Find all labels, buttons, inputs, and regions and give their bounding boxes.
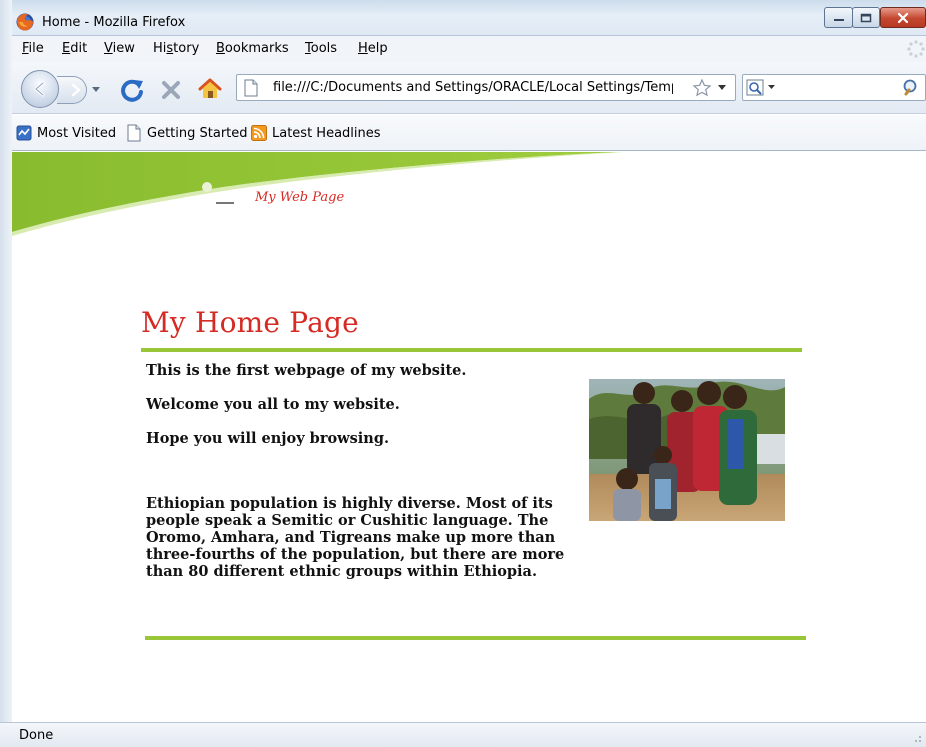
search-icon[interactable] bbox=[901, 78, 923, 98]
search-engine-button[interactable] bbox=[746, 78, 778, 98]
address-bar[interactable]: file:///C:/Documents and Settings/ORACLE… bbox=[236, 74, 736, 101]
title-bar: Home - Mozilla Firefox bbox=[0, 0, 926, 36]
menu-bar: File Edit View History Bookmarks Tools H… bbox=[0, 36, 926, 62]
back-button[interactable] bbox=[21, 70, 59, 108]
back-arrow-icon bbox=[34, 81, 45, 97]
search-engine-icon bbox=[746, 79, 764, 96]
home-icon[interactable] bbox=[196, 75, 224, 103]
chevron-down-icon bbox=[718, 85, 726, 90]
history-dropdown-button[interactable] bbox=[90, 80, 102, 100]
bookmark-getting-started[interactable]: Getting Started bbox=[126, 123, 248, 143]
address-input[interactable]: file:///C:/Documents and Settings/ORACLE… bbox=[273, 80, 673, 95]
status-text: Done bbox=[19, 728, 54, 743]
chevron-down-icon bbox=[768, 85, 775, 89]
maximize-button[interactable] bbox=[852, 7, 880, 28]
close-button[interactable] bbox=[880, 7, 926, 28]
most-visited-icon bbox=[16, 125, 32, 141]
url-history-dropdown-button[interactable] bbox=[715, 80, 729, 96]
loading-throbber-icon bbox=[907, 40, 925, 58]
stop-icon[interactable] bbox=[158, 76, 184, 104]
bookmark-most-visited[interactable]: Most Visited bbox=[16, 123, 116, 143]
menu-help[interactable]: Help bbox=[358, 41, 388, 56]
search-input[interactable] bbox=[781, 78, 901, 98]
menu-history[interactable]: History bbox=[153, 41, 199, 56]
menu-edit[interactable]: Edit bbox=[62, 41, 87, 56]
menu-file[interactable]: File bbox=[22, 41, 44, 56]
ethiopia-paragraph: Ethiopian population is highly diverse. … bbox=[146, 495, 565, 580]
bookmark-latest-headlines[interactable]: Latest Headlines bbox=[251, 123, 381, 143]
bookmark-label: Latest Headlines bbox=[272, 125, 381, 141]
page-icon bbox=[244, 79, 258, 97]
footer-divider bbox=[145, 636, 806, 640]
group-photo bbox=[589, 379, 785, 521]
close-icon bbox=[897, 12, 909, 23]
minimize-icon bbox=[833, 18, 844, 21]
window-title: Home - Mozilla Firefox bbox=[42, 15, 186, 30]
window-left-border bbox=[0, 0, 12, 747]
bookmark-label: Getting Started bbox=[147, 125, 248, 141]
page-icon bbox=[127, 124, 141, 142]
welcome-paragraph: Welcome you all to my website. bbox=[146, 396, 400, 413]
status-bar: Done bbox=[0, 722, 926, 747]
bookmark-label: Most Visited bbox=[37, 125, 117, 141]
rss-feed-icon bbox=[251, 125, 267, 141]
page-title: My Home Page bbox=[141, 306, 359, 339]
menu-bookmarks[interactable]: Bookmarks bbox=[216, 41, 289, 56]
resize-grip-icon[interactable] bbox=[910, 731, 922, 743]
browsing-paragraph: Hope you will enjoy browsing. bbox=[146, 430, 390, 447]
chevron-down-icon bbox=[92, 87, 100, 92]
firefox-logo-icon bbox=[16, 13, 34, 31]
maximize-icon bbox=[860, 13, 872, 22]
bookmark-star-icon[interactable] bbox=[692, 78, 712, 98]
site-tagline: My Web Page bbox=[255, 190, 345, 205]
page-viewport: My Web Page My Home Page This is the fir… bbox=[12, 152, 926, 722]
search-bar[interactable] bbox=[742, 74, 926, 101]
title-divider bbox=[141, 348, 802, 352]
minimize-button[interactable] bbox=[824, 7, 853, 28]
header-swoosh-graphic bbox=[12, 152, 624, 236]
intro-paragraph: This is the first webpage of my website. bbox=[146, 362, 467, 379]
menu-view[interactable]: View bbox=[104, 41, 135, 56]
forward-arrow-icon bbox=[71, 83, 80, 97]
menu-tools[interactable]: Tools bbox=[305, 41, 337, 56]
reload-icon[interactable] bbox=[118, 76, 146, 104]
bookmarks-toolbar: Most Visited Getting Started Latest Head… bbox=[0, 115, 926, 151]
forward-button[interactable] bbox=[57, 76, 87, 104]
